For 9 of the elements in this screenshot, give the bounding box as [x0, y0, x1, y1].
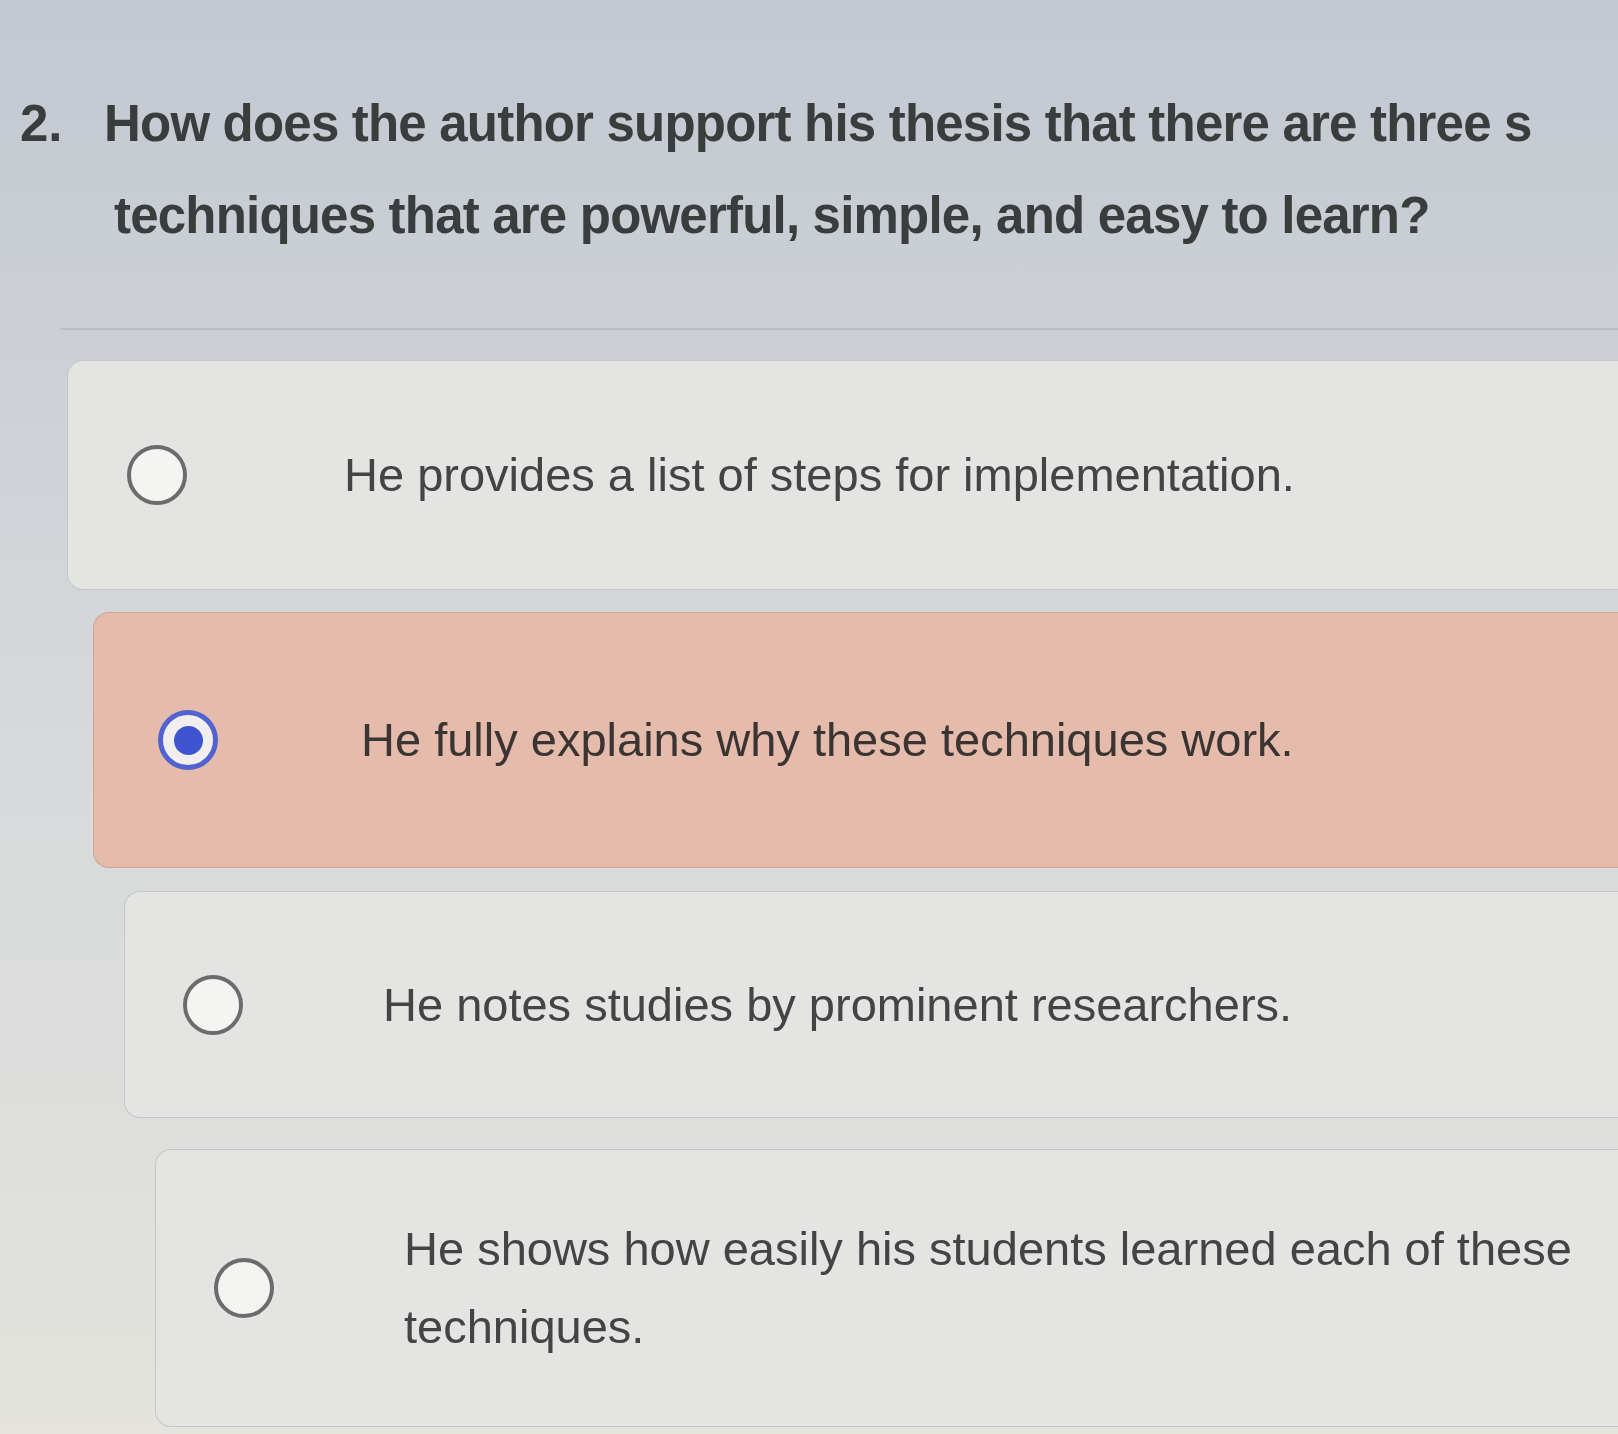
option-label: He provides a list of steps for implementation.: [344, 447, 1296, 503]
radio-button[interactable]: [214, 1258, 274, 1318]
radio-button[interactable]: [127, 445, 187, 505]
option-label: He notes studies by prominent researchers.: [383, 976, 1294, 1033]
question-text: How does the author support his thesis that there are three s techniques that are powerful, simple, and easy to learn?: [104, 94, 1532, 246]
option-label: He shows how easily his students learned each of these techniques.: [404, 1221, 1573, 1355]
question-number: 2.: [20, 94, 64, 154]
option-label: He fully explains why these techniques work.: [361, 712, 1295, 768]
radio-button[interactable]: [158, 710, 218, 770]
